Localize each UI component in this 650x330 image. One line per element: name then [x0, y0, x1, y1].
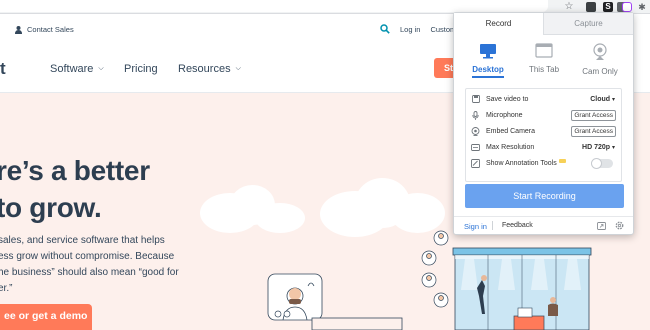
monitor-icon: [480, 44, 496, 59]
cloud-decoration: [390, 193, 445, 233]
video-call-icon: [267, 273, 323, 321]
contact-sales-label: Contact Sales: [27, 25, 74, 34]
setting-microphone: Microphone Grant Access: [466, 108, 621, 122]
mode-cam-only-label: Cam Only: [582, 67, 618, 76]
max-resolution-label: Max Resolution: [486, 143, 535, 151]
popup-tabs: Record Capture: [454, 13, 633, 35]
sign-in-link[interactable]: Sign in: [464, 222, 487, 231]
chevron-down-icon: ⌵: [235, 65, 241, 72]
office-building-illustration: [452, 247, 592, 330]
new-badge: [558, 159, 566, 163]
utility-nav-right: Log in Custom: [380, 24, 456, 34]
toggle-knob: [591, 157, 602, 169]
hero-paragraph-line: sales, and service software that helps: [0, 235, 165, 246]
hero-illustration: [267, 230, 592, 330]
extension-s-icon[interactable]: S: [603, 2, 613, 12]
resolution-dropdown[interactable]: HD 720p ▾: [582, 144, 615, 151]
get-demo-button[interactable]: ee or get a demo: [0, 304, 92, 330]
setting-embed-camera: Embed Camera Grant Access: [466, 124, 621, 138]
setting-save-video[interactable]: Save video to Cloud ▾: [466, 92, 621, 106]
resolution-icon: [471, 143, 480, 152]
chevron-down-icon: ▾: [611, 96, 615, 103]
tab-record[interactable]: Record: [454, 13, 543, 35]
tab-capture[interactable]: Capture: [543, 13, 633, 35]
nav-pricing[interactable]: Pricing: [124, 63, 158, 75]
cloud-decoration: [255, 203, 305, 233]
chevron-down-icon: ▾: [611, 144, 615, 151]
save-icon: [471, 95, 480, 104]
nav-software[interactable]: Software ⌵: [50, 63, 104, 75]
save-video-label: Save video to: [486, 95, 529, 103]
setting-max-resolution[interactable]: Max Resolution HD 720p ▾: [466, 140, 621, 154]
annotation-tools-label: Show Annotation Tools: [486, 159, 591, 167]
nav-software-label: Software: [50, 63, 94, 75]
chevron-down-icon: ⌵: [98, 65, 104, 72]
embed-camera-label: Embed Camera: [486, 127, 536, 135]
annotation-tools-text: Show Annotation Tools: [486, 160, 557, 167]
login-link[interactable]: Log in: [400, 25, 420, 34]
mode-desktop-label: Desktop: [472, 65, 504, 78]
microphone-label: Microphone: [486, 111, 523, 119]
get-demo-label: ee or get a demo: [4, 310, 88, 322]
contact-avatars: [421, 230, 449, 308]
mode-this-tab-label: This Tab: [528, 65, 560, 74]
nav-pricing-label: Pricing: [124, 63, 158, 75]
setting-annotation-tools: Show Annotation Tools: [466, 156, 621, 170]
hero-headline-line-2: to grow.: [0, 192, 102, 223]
webcam-icon: [593, 43, 607, 60]
hero-paragraph-line: er.”: [0, 283, 13, 294]
feedback-link[interactable]: Feedback: [502, 222, 533, 229]
open-gallery-icon[interactable]: [597, 222, 606, 230]
save-video-value: Cloud: [590, 95, 611, 103]
nav-resources-label: Resources: [178, 63, 231, 75]
extension-recorder-icon[interactable]: [622, 2, 632, 12]
camera-icon: [471, 126, 480, 136]
start-recording-button[interactable]: Start Recording: [465, 184, 624, 208]
extension-dark-icon[interactable]: [586, 2, 596, 12]
resolution-value: HD 720p: [582, 143, 611, 151]
hero-headline-line-1: re’s a better: [0, 155, 150, 186]
desk-illustration: [311, 317, 403, 330]
save-video-dropdown[interactable]: Cloud ▾: [590, 96, 615, 103]
recorder-popup: Record Capture Desktop This Tab Cam Only: [453, 12, 634, 235]
microphone-icon: [471, 110, 480, 120]
hero-paragraph-line: he business” should also mean “good for: [0, 267, 179, 278]
camera-grant-button[interactable]: Grant Access: [571, 125, 616, 137]
mode-desktop[interactable]: Desktop: [463, 43, 513, 78]
microphone-grant-button[interactable]: Grant Access: [571, 109, 616, 121]
search-icon[interactable]: [380, 24, 390, 34]
footer-divider: [492, 221, 493, 230]
popup-footer: Sign in Feedback: [454, 216, 633, 234]
mode-this-tab[interactable]: This Tab: [519, 43, 569, 74]
contact-sales-link[interactable]: Contact Sales: [15, 25, 74, 34]
logo-fragment[interactable]: t: [0, 59, 6, 79]
gear-icon[interactable]: [615, 221, 624, 230]
puzzle-icon[interactable]: ✱: [637, 2, 647, 12]
star-icon[interactable]: ☆: [564, 2, 574, 12]
browser-tab-icon: [535, 43, 553, 58]
person-icon: [15, 25, 22, 34]
mode-cam-only[interactable]: Cam Only: [575, 43, 625, 76]
annotation-tools-toggle[interactable]: [591, 157, 613, 169]
annotation-icon: [471, 158, 480, 168]
recording-settings: Save video to Cloud ▾ Microphone Grant A…: [465, 88, 622, 182]
hero-paragraph-line: ess grow without compromise. Because: [0, 251, 175, 262]
get-started-label: St: [444, 63, 453, 73]
nav-resources[interactable]: Resources ⌵: [178, 63, 241, 75]
address-bar-edge[interactable]: [0, 0, 548, 12]
